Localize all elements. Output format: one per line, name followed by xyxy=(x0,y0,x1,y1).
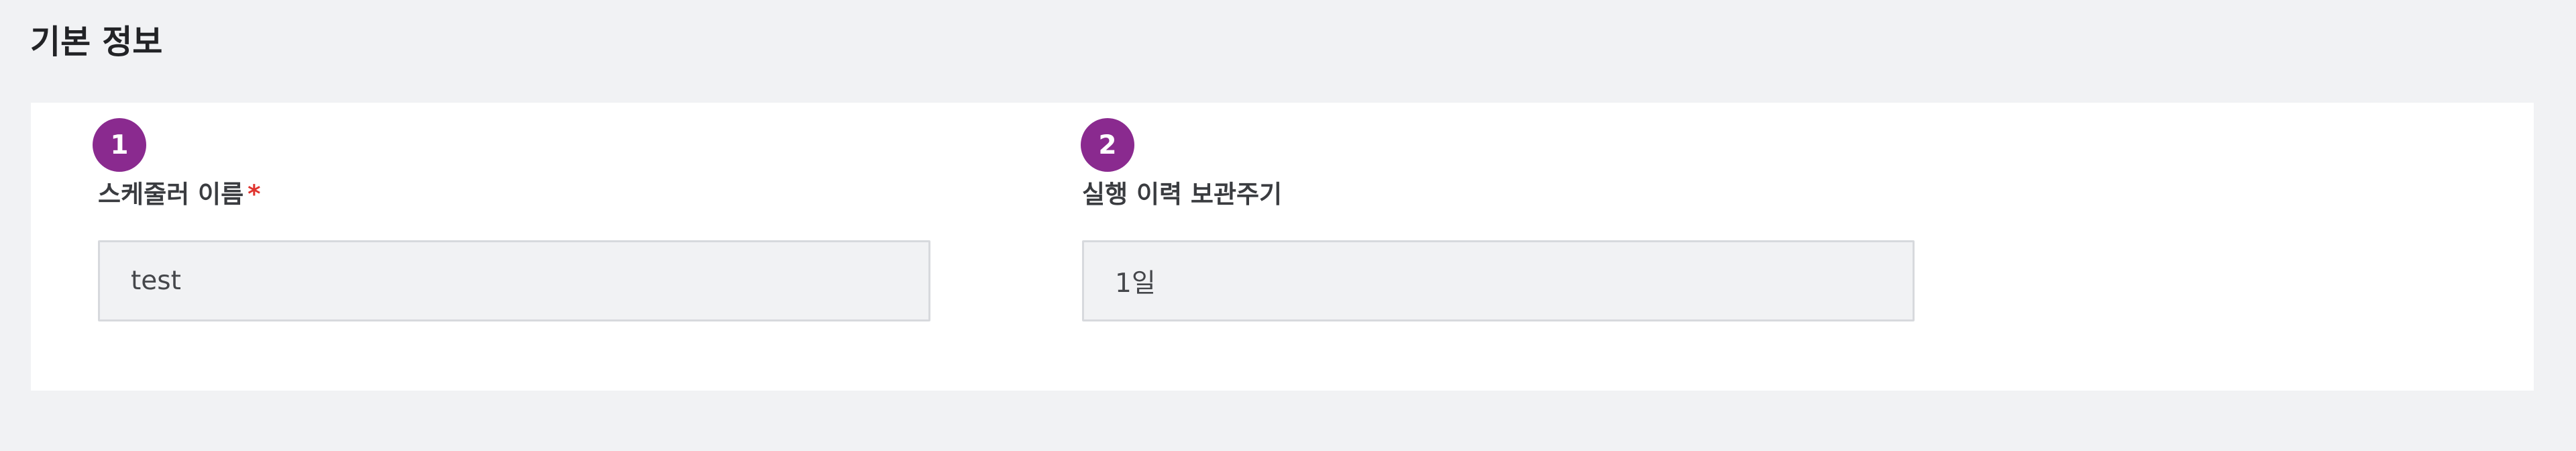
history-retention-input[interactable]: 1일 xyxy=(1082,240,1915,321)
step-badge-1: 1 xyxy=(93,118,146,172)
history-retention-label: 실행 이력 보관주기 xyxy=(1082,180,1283,209)
section-title: 기본 정보 xyxy=(30,23,163,61)
required-indicator: * xyxy=(248,180,261,209)
scheduler-name-label: 스케줄러 이름 * xyxy=(98,177,260,213)
scheduler-name-label-text: 스케줄러 이름 xyxy=(98,180,244,209)
step-badge-2: 2 xyxy=(1081,118,1134,172)
scheduler-name-input[interactable]: test xyxy=(98,240,930,321)
